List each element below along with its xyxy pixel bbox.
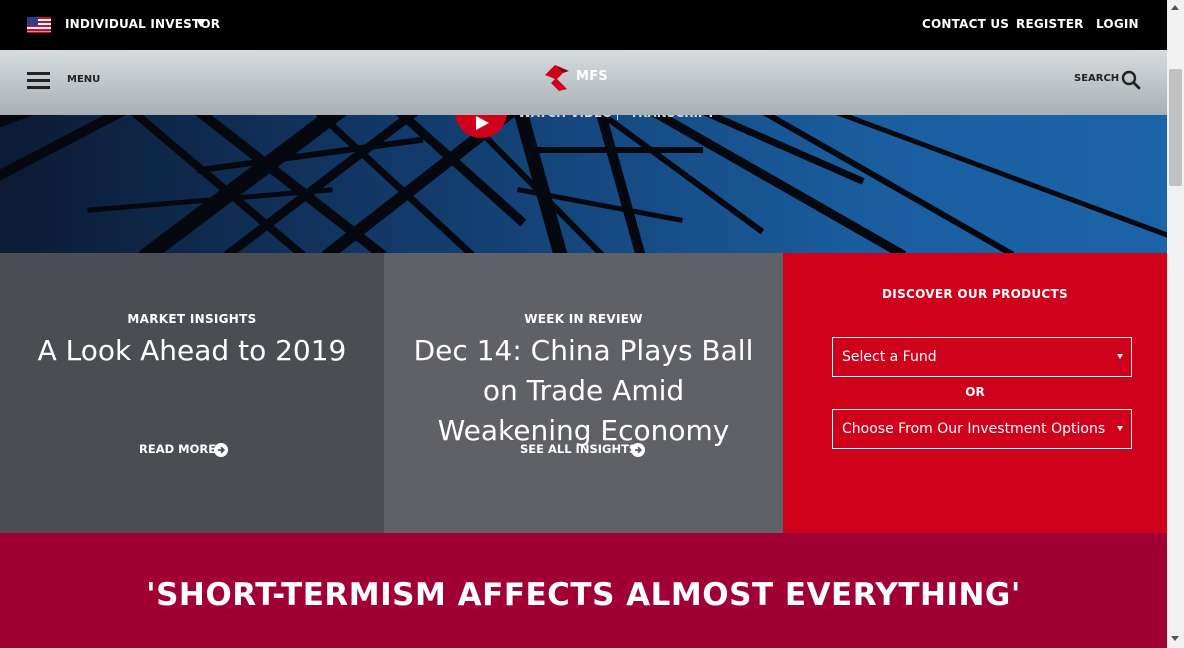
scroll-down-arrow-icon[interactable] [1171, 636, 1179, 641]
market-insights-headline[interactable]: A Look Ahead to 2019 [0, 331, 384, 371]
search-icon[interactable] [1121, 70, 1141, 90]
login-link[interactable]: LOGIN [1096, 17, 1139, 31]
arrow-circle-right-icon[interactable] [214, 443, 228, 457]
utility-bar: INDIVIDUAL INVESTOR CONTACT US REGISTER … [0, 0, 1167, 50]
discover-products-title: DISCOVER OUR PRODUCTS [882, 287, 1068, 301]
week-in-review-panel: WEEK IN REVIEW Dec 14: China Plays Ball … [384, 253, 783, 533]
vertical-scrollbar[interactable] [1167, 0, 1184, 648]
chevron-down-icon [1117, 426, 1123, 431]
page: WATCH VIDEO TRANSCRIPT INDIVIDUAL INVEST… [0, 0, 1167, 648]
market-insights-kicker: MARKET INSIGHTS [127, 312, 257, 326]
contact-us-link[interactable]: CONTACT US [922, 17, 1009, 31]
featured-quote[interactable]: 'SHORT-TERMISM AFFECTS ALMOST EVERYTHING… [0, 577, 1167, 613]
read-more-link[interactable]: READ MORE [139, 442, 216, 456]
select-fund-dropdown[interactable]: Select a Fund [832, 337, 1132, 377]
arrow-circle-right-icon[interactable] [631, 443, 645, 457]
main-nav: MENU MFS SEARCH [0, 50, 1167, 115]
discover-products-panel: DISCOVER OUR PRODUCTS Select a Fund OR C… [783, 253, 1167, 533]
register-link[interactable]: REGISTER [1016, 17, 1084, 31]
featured-quote-band: 'SHORT-TERMISM AFFECTS ALMOST EVERYTHING… [0, 533, 1167, 648]
select-fund-value: Select a Fund [842, 349, 937, 365]
or-separator: OR [965, 385, 985, 399]
menu-button[interactable]: MENU [67, 74, 100, 85]
week-in-review-kicker: WEEK IN REVIEW [524, 312, 643, 326]
mfs-logo-text[interactable]: MFS [576, 69, 608, 84]
see-all-insights-link[interactable]: SEE ALL INSIGHTS [520, 442, 637, 456]
scrollbar-thumb[interactable] [1169, 69, 1182, 186]
week-in-review-headline[interactable]: Dec 14: China Plays Ball on Trade Amid W… [404, 331, 763, 451]
investment-options-value: Choose From Our Investment Options [842, 421, 1106, 437]
chevron-down-icon [1117, 354, 1123, 359]
investment-options-dropdown[interactable]: Choose From Our Investment Options [832, 409, 1132, 449]
scroll-up-arrow-icon[interactable] [1171, 5, 1179, 10]
market-insights-panel: MARKET INSIGHTS A Look Ahead to 2019 REA… [0, 253, 384, 533]
caret-down-icon[interactable] [196, 19, 206, 27]
search-button[interactable]: SEARCH [1074, 73, 1119, 84]
hamburger-icon[interactable] [27, 72, 50, 90]
us-flag-icon[interactable] [27, 17, 51, 33]
